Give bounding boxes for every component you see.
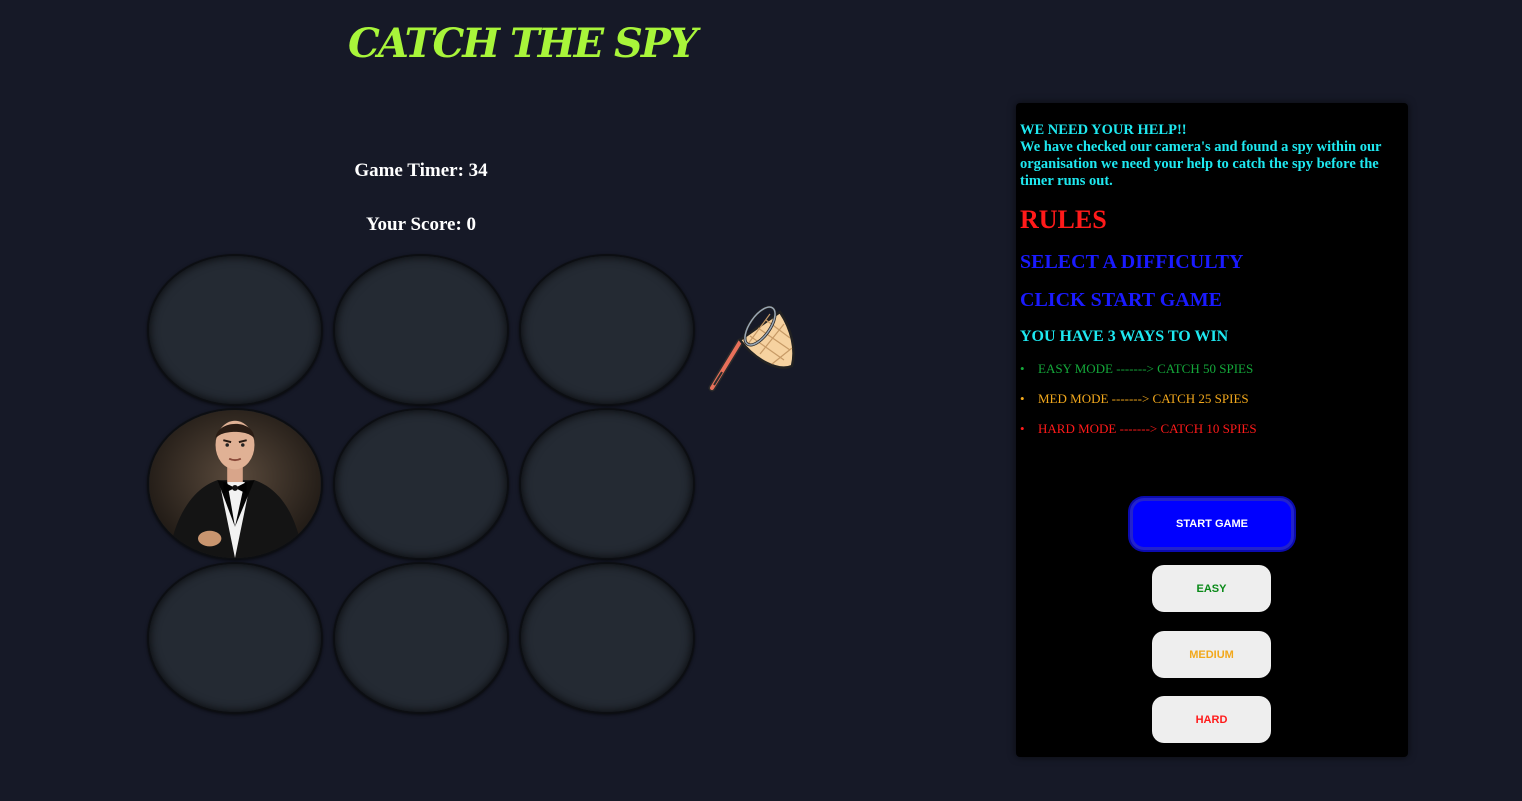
butterfly-net-icon: [708, 305, 795, 392]
help-heading: WE NEED YOUR HELP!!: [1020, 122, 1187, 138]
step-select-difficulty: SELECT A DIFFICULTY: [1020, 251, 1244, 273]
spy-portrait[interactable]: [149, 410, 321, 558]
hole-4[interactable]: [147, 408, 323, 560]
rules-heading: RULES: [1020, 205, 1107, 234]
rules-panel: WE NEED YOUR HELP!! We have checked our …: [1016, 103, 1408, 757]
game-title: CATCH THE SPY: [348, 20, 697, 67]
hole-6[interactable]: [519, 408, 695, 560]
game-timer: Game Timer: 34: [354, 160, 488, 181]
medium-mode-rule: MED MODE -------> CATCH 25 SPIES: [1020, 391, 1257, 421]
hard-mode-rule: HARD MODE -------> CATCH 10 SPIES: [1020, 421, 1257, 451]
hole-9[interactable]: [519, 562, 695, 714]
start-game-button[interactable]: START GAME: [1130, 498, 1294, 550]
help-message: WE NEED YOUR HELP!! We have checked our …: [1020, 122, 1402, 190]
help-text: We have checked our camera's and found a…: [1020, 139, 1382, 189]
hard-button[interactable]: HARD: [1152, 696, 1271, 743]
hole-1[interactable]: [147, 254, 323, 406]
easy-button[interactable]: EASY: [1152, 565, 1271, 612]
hole-3[interactable]: [519, 254, 695, 406]
ways-to-win-heading: YOU HAVE 3 WAYS TO WIN: [1020, 328, 1229, 345]
win-modes-list: EASY MODE -------> CATCH 50 SPIES MED MO…: [1020, 361, 1257, 451]
hole-8[interactable]: [333, 562, 509, 714]
hole-7[interactable]: [147, 562, 323, 714]
score-display: Your Score: 0: [365, 214, 477, 235]
step-click-start: CLICK START GAME: [1020, 289, 1222, 311]
hole-5[interactable]: [333, 408, 509, 560]
medium-button[interactable]: MEDIUM: [1152, 631, 1271, 678]
hole-2[interactable]: [333, 254, 509, 406]
easy-mode-rule: EASY MODE -------> CATCH 50 SPIES: [1020, 361, 1257, 391]
